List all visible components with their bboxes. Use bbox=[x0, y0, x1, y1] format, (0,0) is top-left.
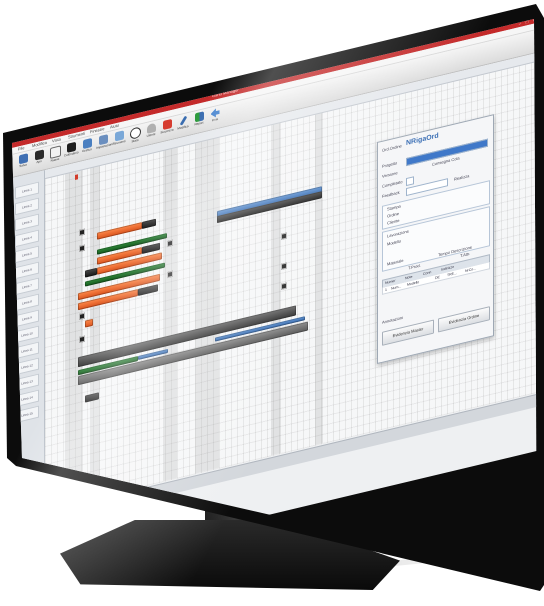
field-label-lavorazione: Lavorazione bbox=[387, 228, 409, 239]
sidebar-item[interactable]: Linea 6 bbox=[15, 261, 39, 280]
gantt-marker[interactable] bbox=[79, 244, 85, 253]
field-label-realizza: Realizza bbox=[454, 173, 470, 182]
gantt-task-bar[interactable] bbox=[97, 222, 142, 240]
toolbar-button-security[interactable]: Sicurezza bbox=[160, 118, 174, 139]
sidebar-item[interactable]: Linea 9 bbox=[15, 309, 39, 328]
dialog-title: NRigaOrd bbox=[406, 132, 439, 148]
sidebar-item[interactable]: Linea 3 bbox=[15, 213, 39, 232]
order-detail-dialog: Ord.Ordine NRigaOrd Progetto Versione Co… bbox=[377, 114, 494, 365]
sidebar-item[interactable]: Linea 5 bbox=[15, 245, 39, 264]
gantt-marker[interactable] bbox=[281, 262, 287, 270]
menu-file[interactable]: File bbox=[18, 145, 24, 152]
highlight-order-button[interactable]: Evidenzia Ordine bbox=[438, 306, 490, 333]
gantt-marker[interactable] bbox=[79, 312, 85, 321]
sidebar-item[interactable]: Linea 4 bbox=[15, 229, 39, 248]
sidebar-item[interactable]: Linea 7 bbox=[15, 277, 39, 296]
field-label-feedback: Feedback bbox=[382, 189, 400, 199]
toolbar-button-open[interactable]: Apri bbox=[32, 149, 46, 170]
gantt-column-shade bbox=[271, 122, 281, 456]
toolbar-button-edit[interactable]: Modifica bbox=[176, 115, 190, 136]
field-label-modello: Modello bbox=[387, 238, 402, 247]
field-label-versione: Versione bbox=[382, 170, 398, 179]
gantt-task-bar[interactable] bbox=[138, 284, 158, 296]
app-window: Gantt Manager – □ × File Modifica Vista … bbox=[12, 19, 537, 576]
gantt-column-shade bbox=[315, 112, 323, 445]
toolbar-button-settings[interactable]: Impostazioni bbox=[96, 134, 113, 155]
dialog-title-prefix: Ord.Ordine bbox=[382, 143, 402, 153]
field-label-cliente: Cliente bbox=[387, 217, 400, 226]
menu-help[interactable]: Aiuto bbox=[110, 122, 119, 129]
toolbar-button-user[interactable]: Utente bbox=[144, 122, 158, 143]
toolbar-button-report[interactable]: Report bbox=[192, 111, 206, 132]
menu-view[interactable]: Vista bbox=[52, 136, 61, 143]
toolbar-button-chart[interactable]: Grafico bbox=[80, 137, 94, 158]
toolbar-button-calendar[interactable]: Calendario bbox=[64, 141, 79, 162]
gantt-column-shade bbox=[195, 137, 219, 474]
gantt-column-shade bbox=[163, 147, 177, 482]
toolbar-button-status[interactable]: Stato bbox=[128, 126, 142, 147]
sidebar-item[interactable]: Linea 8 bbox=[15, 293, 39, 312]
sidebar-item[interactable]: Linea 10 bbox=[15, 325, 39, 344]
gantt-marker[interactable] bbox=[79, 335, 85, 344]
field-label-progetto: Progetto bbox=[382, 160, 398, 169]
toolbar-button-save[interactable]: Salva bbox=[16, 153, 30, 174]
gantt-marker[interactable] bbox=[281, 282, 287, 290]
field-label-materiale: Materiale bbox=[387, 257, 404, 267]
field-label-tempo-att: T.Attr. bbox=[460, 250, 471, 259]
notes-label: Annotazioni bbox=[382, 314, 403, 325]
toolbar-button-send[interactable]: Invia bbox=[208, 107, 222, 128]
highlight-master-button[interactable]: Evidenzia Master bbox=[382, 319, 434, 346]
gantt-task-bar[interactable] bbox=[142, 218, 156, 230]
toolbar-button-tools[interactable]: Strumenti bbox=[112, 130, 126, 151]
gantt-marker[interactable] bbox=[79, 228, 85, 237]
gantt-milestone[interactable] bbox=[75, 174, 78, 180]
toolbar-button-new[interactable]: Nuovo bbox=[48, 145, 62, 166]
field-label-completato: Completato bbox=[382, 178, 403, 189]
sidebar-item[interactable]: Linea 2 bbox=[15, 197, 39, 216]
gantt-marker[interactable] bbox=[281, 232, 287, 240]
gantt-column-shade bbox=[90, 166, 100, 499]
completato-checkbox[interactable] bbox=[406, 176, 414, 187]
monitor-screen: Gantt Manager – □ × File Modifica Vista … bbox=[12, 19, 537, 576]
sidebar-item[interactable]: Linea 1 bbox=[15, 181, 39, 200]
